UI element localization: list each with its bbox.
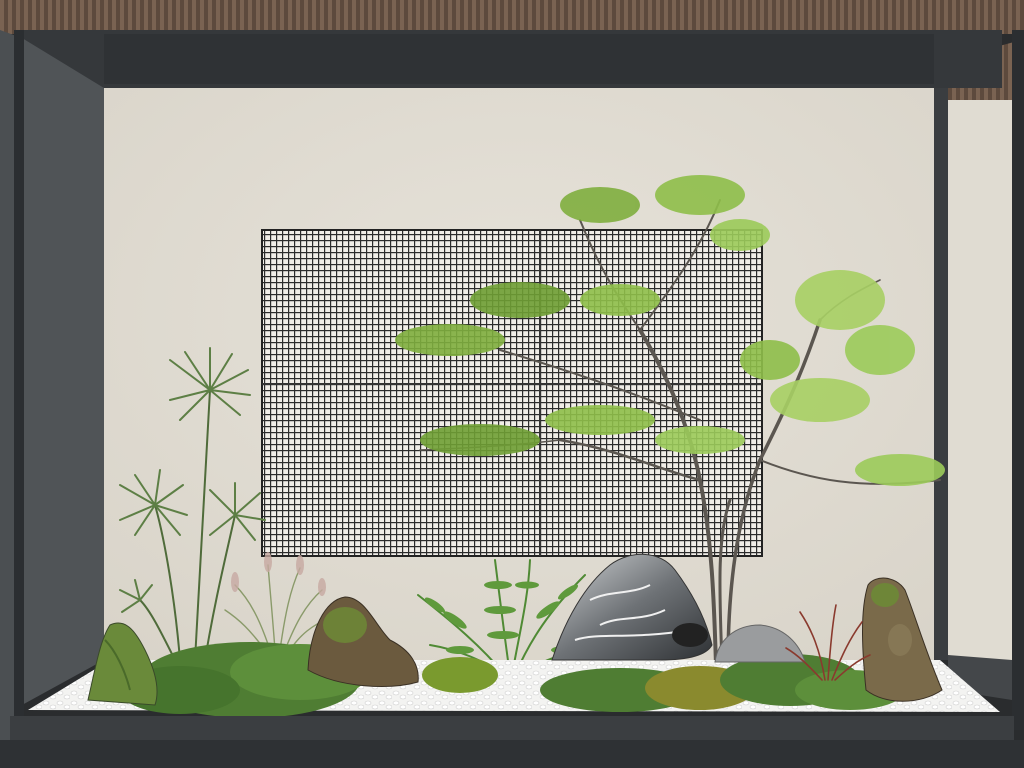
left-side-wall (22, 38, 104, 705)
right-frame-post (1012, 30, 1024, 730)
scene-canvas (0, 0, 1024, 768)
left-frame-post (14, 30, 24, 730)
right-side-wall (948, 100, 1014, 660)
ceiling-slats (0, 0, 1024, 34)
grid-screen (261, 229, 763, 557)
planter-edge (10, 716, 1014, 740)
right-inner-post (934, 88, 948, 660)
floor (0, 740, 1024, 768)
courtyard-garden-scene (0, 0, 1024, 768)
ceiling-beam-inner (104, 34, 934, 84)
